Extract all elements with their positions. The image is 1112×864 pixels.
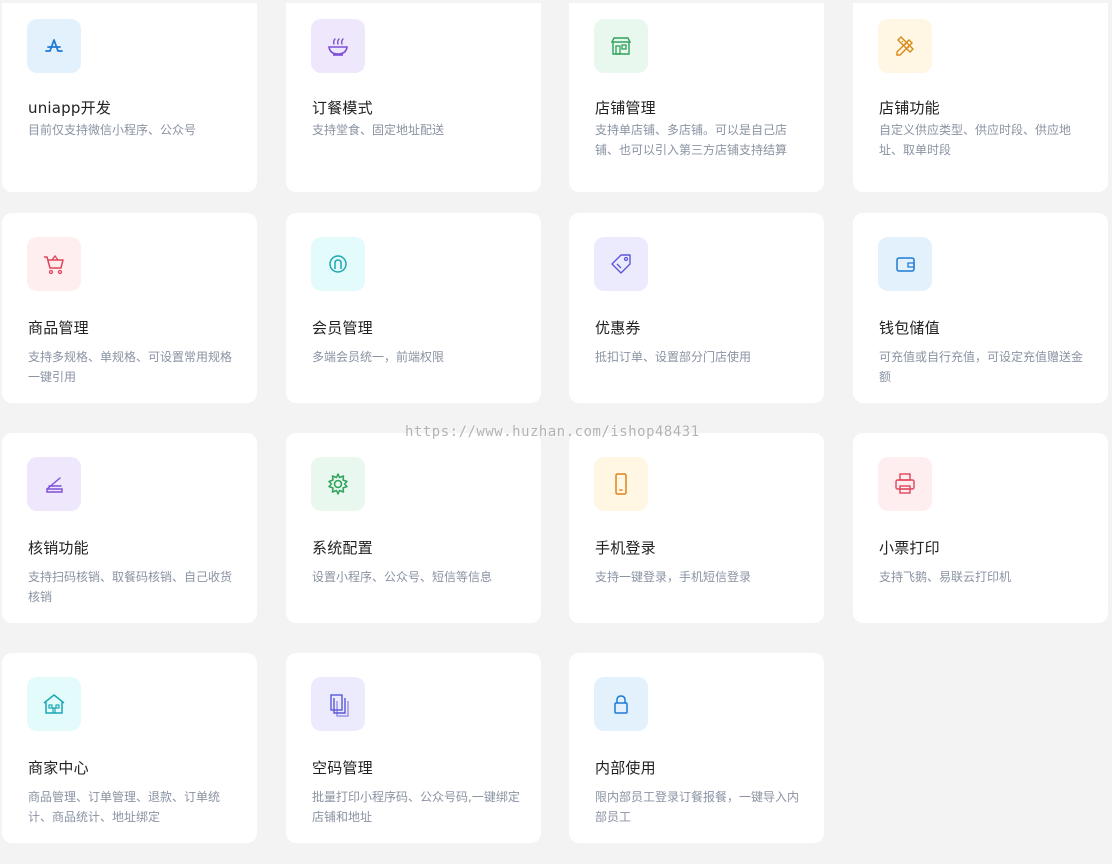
watermark-text: https://www.huzhan.com/ishop48431 [405,424,700,440]
feature-description: 支持飞鹅、易联云打印机 [879,570,1012,584]
feature-title: 店铺功能 [879,99,940,117]
feature-title: 手机登录 [595,539,656,557]
feature-title: 订餐模式 [312,99,373,117]
feature-description: 设置小程序、公众号、短信等信息 [312,570,493,584]
feature-card[interactable]: 店铺管理支持单店铺、多店铺。可以是自己店铺、也可以引入第三方店铺支持结算 [569,3,824,192]
printer-icon [878,457,932,511]
feature-card[interactable]: 商家中心商品管理、订单管理、退款、订单统计、商品统计、地址绑定 [2,653,257,843]
feature-title: 小票打印 [879,539,940,557]
member-icon [311,237,365,291]
documents-icon [311,677,365,731]
feature-description: 商品管理、订单管理、退款、订单统计、商品统计、地址绑定 [28,790,221,824]
merchant-house-icon [27,677,81,731]
ruler-pencil-icon [878,19,932,73]
feature-title: 内部使用 [595,759,656,777]
feature-card[interactable]: 空码管理批量打印小程序码、公众号码,一键绑定店铺和地址 [286,653,541,843]
feature-grid: uniapp开发 目前仅支持微信小程序、公众号 订餐模式 支持堂食、固定地址配送 店铺管… [0,0,1112,864]
feature-description: 目前仅支持微信小程序、公众号 [28,123,197,137]
feature-description: 支持堂食、固定地址配送 [312,123,445,137]
feature-title: 系统配置 [312,539,373,557]
feature-description: 限内部员工登录订餐报餐，一键导入内部员工 [595,790,800,824]
feature-title: 店铺管理 [595,99,656,117]
shopping-cart-icon [27,237,81,291]
gear-icon [311,457,365,511]
feature-card[interactable]: uniapp开发目前仅支持微信小程序、公众号 [2,3,257,192]
feature-description: 支持扫码核销、取餐码核销、自己收货核销 [28,570,233,604]
feature-title: uniapp开发 [28,99,112,117]
feature-description: 可充值或自行充值，可设定充值赠送金额 [879,350,1084,384]
feature-description: 批量打印小程序码、公众号码,一键绑定店铺和地址 [312,790,520,824]
feature-card[interactable]: 钱包储值可充值或自行充值，可设定充值赠送金额 [853,213,1108,403]
feature-title: 会员管理 [312,319,373,337]
feature-description: 支持单店铺、多店铺。可以是自己店铺、也可以引入第三方店铺支持结算 [595,123,788,157]
feature-card[interactable]: 会员管理多端会员统一，前端权限 [286,213,541,403]
feature-description: 多端会员统一，前端权限 [312,350,445,364]
feature-card[interactable]: 系统配置设置小程序、公众号、短信等信息 [286,433,541,623]
lock-icon [594,677,648,731]
feature-description: 抵扣订单、设置部分门店使用 [595,350,752,364]
feature-title: 核销功能 [28,539,89,557]
feature-card[interactable]: 手机登录支持一键登录，手机短信登录 [569,433,824,623]
feature-title: 商家中心 [28,759,89,777]
feature-description: 自定义供应类型、供应时段、供应地址、取单时段 [879,123,1072,157]
coupon-tag-icon [594,237,648,291]
noodle-bowl-icon [311,19,365,73]
feature-title: 空码管理 [312,759,373,777]
feature-card[interactable]: 小票打印支持飞鹅、易联云打印机 [853,433,1108,623]
feature-description: 支持多规格、单规格、可设置常用规格一键引用 [28,350,233,384]
wallet-icon [878,237,932,291]
storefront-icon [594,19,648,73]
feature-card[interactable]: 商品管理支持多规格、单规格、可设置常用规格一键引用 [2,213,257,403]
mobile-phone-icon [594,457,648,511]
feature-title: 商品管理 [28,319,89,337]
feature-description: 支持一键登录，手机短信登录 [595,570,752,584]
feature-card[interactable]: 优惠券抵扣订单、设置部分门店使用 [569,213,824,403]
feature-card[interactable]: 订餐模式支持堂食、固定地址配送 [286,3,541,192]
feature-title: 钱包储值 [879,319,940,337]
feature-card[interactable]: 内部使用限内部员工登录订餐报餐，一键导入内部员工 [569,653,824,843]
feature-card[interactable]: 店铺功能自定义供应类型、供应时段、供应地址、取单时段 [853,3,1108,192]
app-store-icon [27,19,81,73]
scanner-icon [27,457,81,511]
feature-title: 优惠券 [595,319,641,337]
feature-card[interactable]: 核销功能支持扫码核销、取餐码核销、自己收货核销 [2,433,257,623]
